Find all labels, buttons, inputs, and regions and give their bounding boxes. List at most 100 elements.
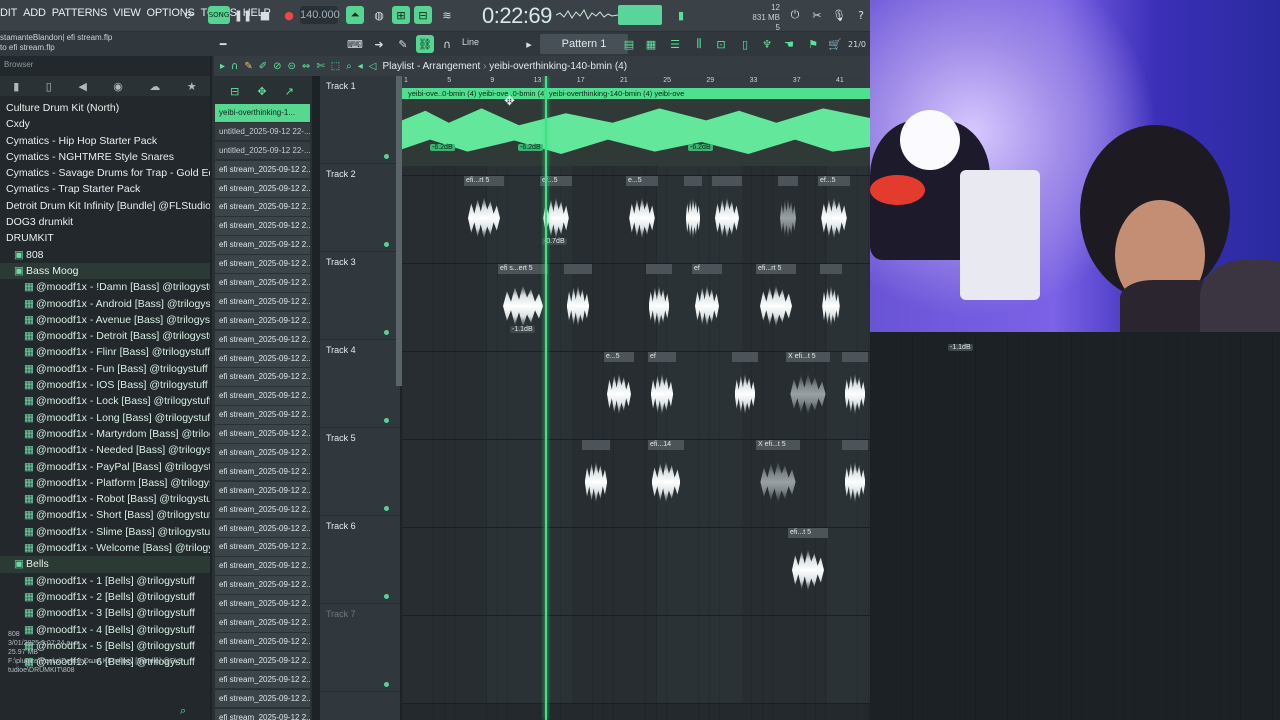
track-header[interactable]: Track 7 [320, 604, 400, 692]
plugin-tools-icon[interactable]: ✂ [808, 6, 826, 24]
region-label[interactable] [646, 264, 672, 274]
cart-icon[interactable]: 🛒 [826, 35, 844, 53]
browser-item[interactable]: ▦ @moodf1x - Fun [Bass] @trilogystuff [0, 361, 210, 377]
audio-region[interactable]: ef [648, 352, 676, 432]
folder-icon[interactable]: ▯ [46, 80, 52, 93]
arrow-right-icon[interactable]: ➜ [370, 35, 388, 53]
link-icon[interactable]: ⛓ [416, 35, 434, 53]
piano-roll-icon[interactable]: ▦ [642, 35, 660, 53]
audio-region[interactable]: efi...rt 5 [464, 176, 504, 256]
audio-region[interactable]: efi...rt 5 [756, 264, 796, 344]
browser-item[interactable]: ▦ @moodf1x - Short [Bass] @trilogystuff [0, 507, 210, 523]
audio-region[interactable] [582, 440, 610, 520]
audio-region[interactable] [820, 264, 842, 344]
snap-selector[interactable]: Line [462, 37, 479, 47]
audio-region[interactable] [712, 176, 742, 256]
browser-item[interactable]: DRUMKIT [0, 230, 210, 246]
region-label[interactable]: efi...rt 5 [464, 176, 504, 186]
step-edit-icon[interactable]: ≋ [438, 6, 456, 24]
info-icon[interactable]: ⚑ [804, 35, 822, 53]
browser-item[interactable]: ▣ 808 [0, 247, 210, 263]
track-header[interactable]: Track 3 [320, 252, 400, 340]
magnet-icon[interactable]: ∩ [231, 61, 238, 72]
region-label[interactable]: efi...t 5 [788, 528, 828, 538]
audio-region[interactable]: efi...t 5 [788, 528, 828, 608]
audio-region[interactable] [842, 440, 868, 520]
region-label[interactable]: efi...rt 5 [756, 264, 796, 274]
track-header[interactable]: Track 4 [320, 340, 400, 428]
track-active-indicator[interactable] [384, 418, 389, 423]
zoom-tool-icon[interactable]: ⌕ [346, 61, 352, 72]
audio-region[interactable] [732, 352, 758, 432]
track-active-indicator[interactable] [384, 506, 389, 511]
audio-region[interactable] [646, 264, 672, 344]
help-icon[interactable]: ? [852, 6, 870, 24]
select-tool-icon[interactable]: ⬚ [331, 61, 340, 72]
search-icon[interactable]: ⌕ [180, 704, 186, 718]
plugin-db-icon[interactable]: ◉ [113, 80, 123, 93]
loop-record-icon[interactable]: ⊟ [414, 6, 432, 24]
browser-item[interactable]: Cymatics - Trap Starter Pack [0, 181, 210, 197]
arrow-right-icon[interactable]: ▸ [220, 61, 225, 72]
paint-tool-icon[interactable]: ✐ [259, 61, 267, 72]
menu-patterns[interactable]: PATTERNS [52, 7, 108, 19]
browser-item[interactable]: ▦ @moodf1x - !Damn [Bass] @trilogystuff [0, 279, 210, 295]
region-label[interactable] [684, 176, 702, 186]
record-icon[interactable]: ● [280, 6, 298, 24]
region-label[interactable] [564, 264, 592, 274]
song-position-display[interactable]: 0:22:69 [482, 3, 552, 29]
region-label[interactable]: ef [692, 264, 722, 274]
play-arrow-icon[interactable]: ▸ [520, 35, 538, 53]
browser-item[interactable]: ▦ @moodf1x - Slime [Bass] @trilogystuff [0, 524, 210, 540]
wait-input-icon[interactable]: ◍ [370, 6, 388, 24]
region-label[interactable]: e...5 [604, 352, 634, 362]
region-label[interactable] [582, 440, 610, 450]
plugin-picker-icon[interactable]: ⊡ [712, 35, 730, 53]
browser-item[interactable]: Culture Drum Kit (North) [0, 100, 210, 116]
pause-icon[interactable]: ❚❚ [234, 6, 252, 24]
slice-tool-icon[interactable]: ✄ [316, 61, 324, 72]
master-pitch-icon[interactable]: ━ [214, 35, 232, 53]
microphone-icon[interactable]: 🎙 [830, 6, 848, 24]
browser-item[interactable]: ▦ @moodf1x - IOS [Bass] @trilogystuff [0, 377, 210, 393]
browser-item[interactable]: ▦ @moodf1x - Avenue [Bass] @trilogystuff [0, 312, 210, 328]
clip-label[interactable]: yeibi-ove..0-bmin (4) yeibi-ove..0-bmin … [402, 88, 870, 99]
region-label[interactable]: ef [648, 352, 676, 362]
region-label[interactable] [778, 176, 798, 186]
audio-region[interactable]: ef [692, 264, 722, 344]
tempo-display[interactable]: 140.000 [300, 6, 340, 24]
region-label[interactable]: X efi...t 5 [756, 440, 800, 450]
delete-tool-icon[interactable]: ⊘ [273, 61, 281, 72]
audio-region[interactable]: e...5 [626, 176, 658, 256]
region-label[interactable]: efi...14 [648, 440, 684, 450]
browser-item[interactable]: ▦ @moodf1x - 3 [Bells] @trilogystuff [0, 605, 210, 621]
file-icon[interactable]: ▯ [736, 35, 754, 53]
browser-item[interactable]: ▦ @moodf1x - 2 [Bells] @trilogystuff [0, 589, 210, 605]
browser-item[interactable]: ▣ Bells [0, 556, 210, 573]
browser-item[interactable]: Cymatics - Hip Hop Starter Pack [0, 133, 210, 149]
region-label[interactable] [820, 264, 842, 274]
audio-region[interactable] [778, 176, 798, 256]
track-header[interactable]: Track 2 [320, 164, 400, 252]
mute-tool-icon[interactable]: ⊝ [288, 61, 296, 72]
arrangement-grid[interactable]: 1 5 9 13 17 21 25 29 33 37 41 yeibi-ove..0-bmin (4… [402, 76, 870, 720]
timeline-ruler[interactable]: 1 5 9 13 17 21 25 29 33 37 41 [402, 76, 870, 88]
region-label[interactable] [732, 352, 758, 362]
collapse-icon[interactable]: ▮ [13, 80, 19, 93]
browser-item[interactable]: ▦ @moodf1x - Needed [Bass] @trilogystuff [0, 442, 210, 458]
track-active-indicator[interactable] [384, 330, 389, 335]
track-header[interactable]: Track 6 [320, 516, 400, 604]
browser-item[interactable]: ▦ @moodf1x - Platform [Bass] @trilogystuf… [0, 475, 210, 491]
audio-region[interactable]: efi...14 [648, 440, 684, 520]
song-mode-icon[interactable]: SONG [208, 6, 230, 24]
browser-item[interactable]: ▦ @moodf1x - 1 [Bells] @trilogystuff [0, 573, 210, 589]
audio-region[interactable]: ef...5 [818, 176, 850, 256]
metronome-icon[interactable]: ⏶ [346, 6, 364, 24]
region-label[interactable] [842, 440, 868, 450]
browser-item[interactable]: Cymatics - NGHTMRE Style Snares [0, 149, 210, 165]
browser-item[interactable]: Cymatics - Savage Drums for Trap - Gold … [0, 165, 210, 181]
browser-item[interactable]: ▦ @moodf1x - Detroit [Bass] @trilogystuff [0, 328, 210, 344]
region-label[interactable]: ef...5 [818, 176, 850, 186]
playhead[interactable] [545, 76, 547, 720]
browser-item[interactable]: ▦ @moodf1x - Lock [Bass] @trilogystuff [0, 393, 210, 409]
